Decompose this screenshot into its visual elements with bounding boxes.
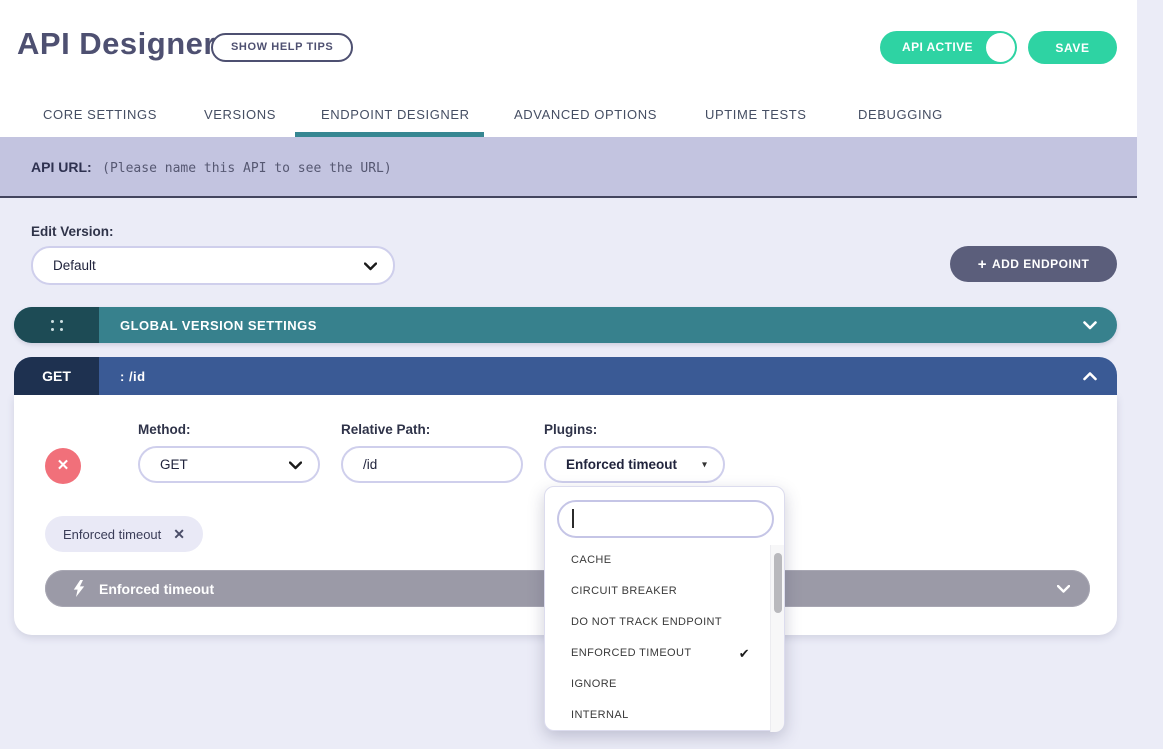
relative-path-label: Relative Path: [341, 422, 430, 437]
api-url-value: (Please name this API to see the URL) [102, 161, 392, 176]
endpoint-path-title: : /id [120, 369, 146, 384]
tab-versions[interactable]: VERSIONS [204, 107, 276, 122]
header: API Designer SHOW HELP TIPS API ACTIVE S… [0, 0, 1137, 137]
method-select-value: GET [160, 457, 188, 472]
edit-version-label: Edit Version: [31, 224, 114, 239]
api-active-label: API ACTIVE [902, 40, 973, 54]
plugins-select-value: Enforced timeout [566, 457, 677, 472]
plugins-label: Plugins: [544, 422, 597, 437]
chevron-down-icon [289, 457, 302, 472]
method-select[interactable]: GET [138, 446, 320, 483]
plugin-option-internal[interactable]: INTERNAL [545, 700, 772, 731]
check-icon: ✔ [739, 638, 750, 669]
tab-endpoint-designer[interactable]: ENDPOINT DESIGNER [321, 107, 470, 122]
plugin-option-circuit-breaker[interactable]: CIRCUIT BREAKER [545, 576, 772, 607]
tab-uptime-tests[interactable]: UPTIME TESTS [705, 107, 807, 122]
plugin-search-input[interactable] [557, 500, 774, 538]
endpoint-get-bar[interactable]: GET : /id [14, 357, 1117, 395]
plugin-option-do-not-track[interactable]: DO NOT TRACK ENDPOINT [545, 607, 772, 638]
dropdown-scrollbar-track[interactable] [770, 545, 784, 732]
remove-plugin-icon[interactable]: ✕ [173, 526, 185, 543]
tab-advanced-options[interactable]: ADVANCED OPTIONS [514, 107, 657, 122]
plugins-dropdown: CACHE CIRCUIT BREAKER DO NOT TRACK ENDPO… [544, 486, 785, 731]
plugin-panel-title: Enforced timeout [99, 581, 214, 597]
drag-handle-icon[interactable] [14, 307, 99, 343]
add-endpoint-button[interactable]: + ADD ENDPOINT [950, 246, 1117, 282]
caret-down-icon: ▾ [702, 459, 707, 470]
method-badge: GET [14, 357, 99, 395]
text-cursor [572, 509, 574, 528]
plugin-options-list: CACHE CIRCUIT BREAKER DO NOT TRACK ENDPO… [545, 545, 772, 731]
chip-label: Enforced timeout [63, 527, 161, 542]
plus-icon: + [978, 256, 987, 273]
tab-core-settings[interactable]: CORE SETTINGS [43, 107, 157, 122]
api-designer-page: API Designer SHOW HELP TIPS API ACTIVE S… [0, 0, 1163, 749]
chevron-up-icon[interactable] [1083, 372, 1097, 381]
version-select-value: Default [53, 258, 96, 273]
global-version-settings-bar[interactable]: GLOBAL VERSION SETTINGS [14, 307, 1117, 343]
chevron-down-icon[interactable] [1057, 585, 1070, 593]
plugin-option-ignore[interactable]: IGNORE [545, 669, 772, 700]
save-button[interactable]: SAVE [1028, 31, 1117, 64]
global-version-settings-title: GLOBAL VERSION SETTINGS [120, 318, 317, 333]
version-select[interactable]: Default [31, 246, 395, 285]
api-url-bar: API URL: (Please name this API to see th… [0, 137, 1137, 198]
page-title: API Designer [17, 26, 216, 62]
plugin-option-enforced-timeout[interactable]: ENFORCED TIMEOUT ✔ [545, 638, 772, 669]
selected-plugin-chip: Enforced timeout ✕ [45, 516, 203, 552]
add-endpoint-label: ADD ENDPOINT [992, 257, 1089, 271]
chevron-down-icon[interactable] [1083, 321, 1097, 330]
lightning-bolt-icon [73, 580, 85, 597]
chevron-down-icon [364, 258, 377, 273]
api-url-label: API URL: [31, 159, 92, 175]
api-active-toggle[interactable]: API ACTIVE [880, 31, 1017, 64]
tab-debugging[interactable]: DEBUGGING [858, 107, 943, 122]
plugin-option-cache[interactable]: CACHE [545, 545, 772, 576]
show-help-tips-button[interactable]: SHOW HELP TIPS [211, 33, 353, 62]
toggle-knob[interactable] [986, 33, 1015, 62]
plugins-select[interactable]: Enforced timeout ▾ [544, 446, 725, 483]
dropdown-scrollbar-thumb[interactable] [774, 553, 782, 613]
relative-path-input[interactable] [341, 446, 523, 483]
delete-endpoint-button[interactable]: ✕ [45, 448, 81, 484]
method-label: Method: [138, 422, 190, 437]
